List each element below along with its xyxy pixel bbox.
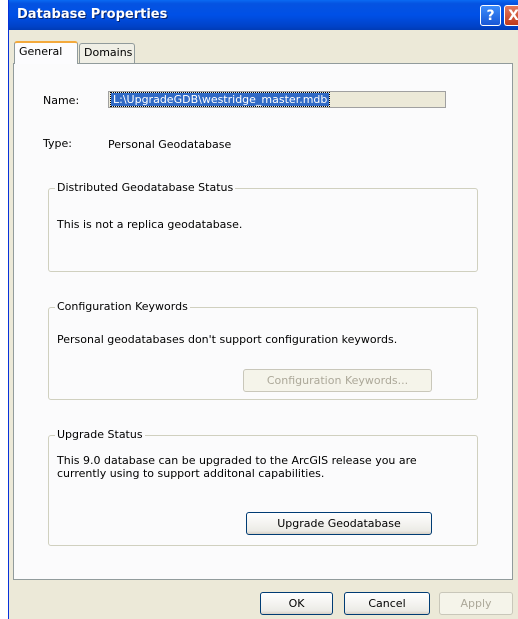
type-value: Personal Geodatabase	[108, 138, 232, 151]
name-label: Name:	[43, 94, 80, 107]
help-icon: ?	[486, 8, 495, 24]
type-label: Type:	[43, 137, 72, 150]
upgrade-geodatabase-button-label: Upgrade Geodatabase	[277, 517, 401, 530]
cancel-button[interactable]: Cancel	[344, 592, 430, 615]
upgrade-status-title: Upgrade Status	[55, 428, 145, 441]
configuration-keywords-button-label: Configuration Keywords...	[266, 374, 409, 387]
tab-general[interactable]: General	[14, 41, 78, 64]
configuration-keywords-text: Personal geodatabases don't support conf…	[57, 333, 398, 346]
apply-button[interactable]: Apply	[439, 592, 513, 615]
apply-button-label: Apply	[460, 597, 492, 610]
general-panel: Name: L:\UpgradeGDB\westridge_master.mdb…	[13, 63, 513, 580]
distributed-status-title: Distributed Geodatabase Status	[55, 181, 236, 194]
title-bar[interactable]: Database Properties ? X	[9, 0, 518, 30]
name-field[interactable]: L:\UpgradeGDB\westridge_master.mdb	[108, 91, 446, 108]
help-button[interactable]: ?	[480, 5, 501, 26]
upgrade-status-group: Upgrade Status This 9.0 database can be …	[48, 428, 478, 546]
cancel-button-label: Cancel	[368, 597, 406, 610]
tab-domains[interactable]: Domains	[79, 43, 135, 63]
configuration-keywords-button[interactable]: Configuration Keywords...	[243, 369, 432, 392]
upgrade-geodatabase-button[interactable]: Upgrade Geodatabase	[246, 512, 432, 535]
upgrade-status-text-line1: This 9.0 database can be upgraded to the…	[57, 454, 417, 467]
tab-general-label: General	[19, 45, 63, 58]
close-button[interactable]: X	[504, 5, 518, 26]
configuration-keywords-group: Configuration Keywords Personal geodatab…	[48, 300, 478, 400]
database-properties-dialog: Database Properties ? X General Domains …	[8, 0, 518, 619]
upgrade-status-text-line2: currently using to support additonal cap…	[57, 467, 325, 480]
distributed-status-group: Distributed Geodatabase Status This is n…	[48, 181, 478, 272]
configuration-keywords-title: Configuration Keywords	[55, 300, 190, 313]
tab-domains-label: Domains	[84, 46, 133, 59]
name-value: L:\UpgradeGDB\westridge_master.mdb	[109, 92, 331, 107]
ok-button-label: OK	[288, 597, 305, 610]
distributed-status-text: This is not a replica geodatabase.	[57, 218, 243, 231]
window-title: Database Properties	[17, 7, 168, 22]
close-icon: X	[508, 8, 518, 24]
ok-button[interactable]: OK	[260, 592, 333, 615]
